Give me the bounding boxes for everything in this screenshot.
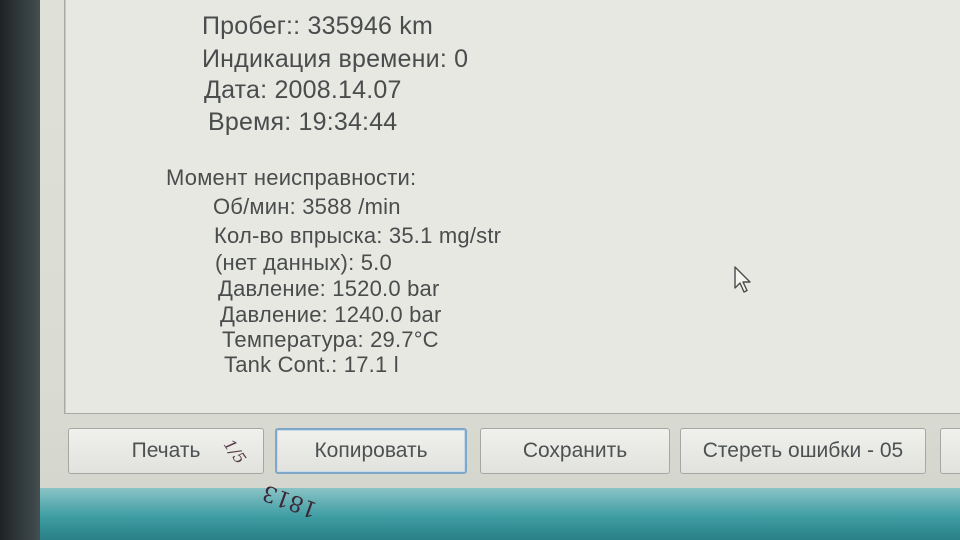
clear-errors-button[interactable]: Стереть ошибки - 05 <box>680 428 926 474</box>
fault-moment-heading: Момент неисправности: <box>166 165 417 190</box>
copy-button[interactable]: Копировать <box>275 428 467 474</box>
time-line: Время: 19:34:44 <box>208 108 398 136</box>
save-button-label: Сохранить <box>522 439 628 462</box>
injection-quantity-line: Кол-во впрыска: 35.1 mg/str <box>214 223 502 248</box>
report-text-pane[interactable] <box>64 0 960 414</box>
save-button[interactable]: Сохранить <box>480 428 670 474</box>
mouse-pointer-icon <box>734 266 751 293</box>
tank-content-line: Tank Cont.: 17.1 l <box>224 352 399 377</box>
rpm-line: Об/мин: 3588 /min <box>213 194 401 219</box>
copy-button-label: Копировать <box>314 439 428 462</box>
date-line: Дата: 2008.14.07 <box>204 76 402 104</box>
print-button-label: Печать <box>131 439 201 462</box>
mileage-line: Пробег:: 335946 km <box>202 12 433 40</box>
no-data-line: (нет данных): 5.0 <box>215 250 392 275</box>
pressure-line-2: Давление: 1240.0 bar <box>220 302 442 327</box>
next-button-partial[interactable] <box>940 428 960 474</box>
pressure-line-1: Давление: 1520.0 bar <box>218 276 440 301</box>
clear-errors-button-label: Стереть ошибки - 05 <box>702 439 904 462</box>
temperature-line: Температура: 29.7°C <box>222 327 439 352</box>
taskbar <box>40 488 960 540</box>
time-indication-line: Индикация времени: 0 <box>202 45 469 73</box>
